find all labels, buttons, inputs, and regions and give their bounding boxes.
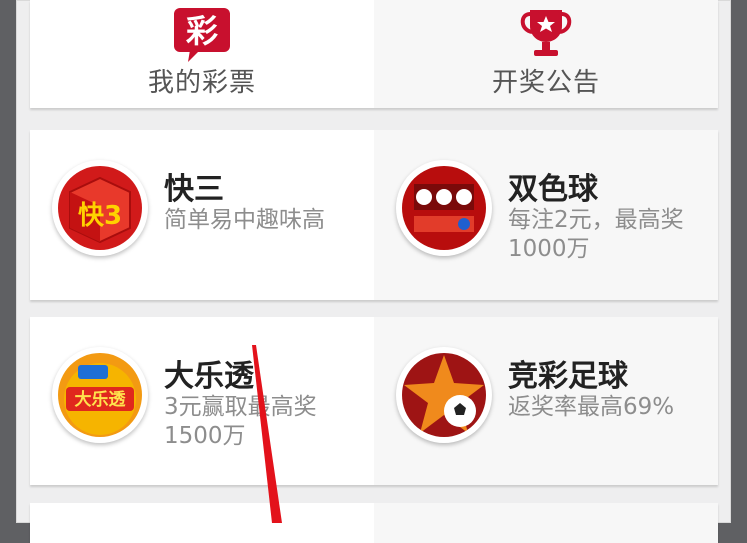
app-screen: 彩 我的彩票 开奖公告 快3 快三 简单易中趣味高 双色球 每注2元，最高奖10…	[16, 0, 731, 543]
annotation-arrow	[252, 345, 282, 523]
